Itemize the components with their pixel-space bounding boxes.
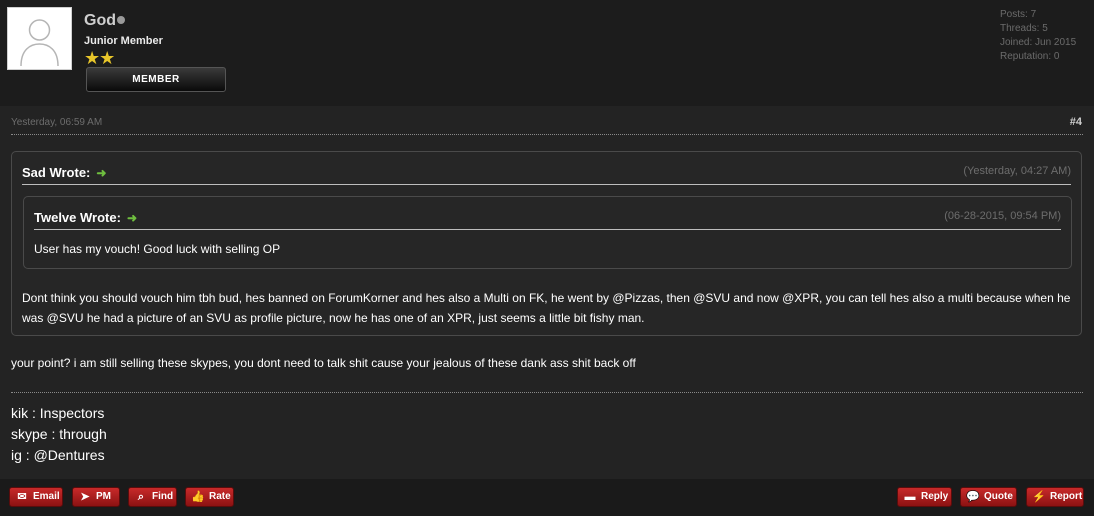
divider <box>11 134 1083 135</box>
inner-quote-author: Twelve Wrote: <box>34 210 121 225</box>
signature-line: ig : @Dentures <box>11 447 105 463</box>
view-quoted-post-arrow-icon[interactable]: ➜ <box>127 211 137 225</box>
email-button[interactable]: ✉ Email <box>9 487 63 507</box>
divider <box>34 229 1061 230</box>
post-message: your point? i am still selling these sky… <box>11 356 636 370</box>
user-title: Junior Member <box>84 35 163 47</box>
rate-button[interactable]: 👍 Rate <box>185 487 234 507</box>
post-date: Yesterday, 06:59 AM <box>11 117 103 128</box>
speech-bubble-icon: ▬ <box>904 491 916 503</box>
post-controls: ✉ Email ➤ PM ⌕ Find 👍 Rate ▬ Reply 💬 Quote ⚡ Re… <box>0 479 1094 516</box>
offline-status-icon <box>117 16 125 24</box>
outer-quote-header: Sad Wrote: ➜ <box>22 165 106 180</box>
stat-reputation: Reputation: 0 <box>1000 51 1060 62</box>
find-button[interactable]: ⌕ Find <box>128 487 177 507</box>
signature-line: skype : through <box>11 426 107 442</box>
pm-button[interactable]: ➤ PM <box>72 487 120 507</box>
report-flag-icon: ⚡ <box>1032 491 1046 503</box>
stat-joined: Joined: Jun 2015 <box>1000 37 1077 48</box>
post-author-block: God Junior Member ★★ MEMBER Posts: 7 Thr… <box>0 0 1094 106</box>
reply-button[interactable]: ▬ Reply <box>897 487 952 507</box>
envelope-icon: ✉ <box>17 491 27 503</box>
username-link[interactable]: God <box>84 12 116 30</box>
thumbs-up-icon: 👍 <box>191 491 205 503</box>
default-avatar-icon <box>8 8 71 69</box>
author-stats: Posts: 7 Threads: 5 Joined: Jun 2015 Rep… <box>1000 8 1076 64</box>
post-number-link[interactable]: #4 <box>1070 116 1082 128</box>
signature: kik : Inspectors skype : through ig : @D… <box>11 403 107 466</box>
stat-threads: Threads: 5 <box>1000 23 1048 34</box>
report-button[interactable]: ⚡ Report <box>1026 487 1084 507</box>
outer-quote-text: Dont think you should vouch him tbh bud,… <box>22 291 1071 325</box>
inner-quote-text: User has my vouch! Good luck with sellin… <box>34 242 281 256</box>
avatar[interactable] <box>7 7 72 70</box>
outer-quote: Sad Wrote: ➜ (Yesterday, 04:27 AM) Twelve… <box>11 151 1082 336</box>
stat-posts: Posts: 7 <box>1000 9 1037 20</box>
paper-plane-icon: ➤ <box>80 491 90 503</box>
inner-quote: Twelve Wrote: ➜ (06-28-2015, 09:54 PM) Us… <box>23 196 1072 269</box>
view-quoted-post-arrow-icon[interactable]: ➜ <box>96 166 106 180</box>
quote-bubble-icon: 💬 <box>966 491 980 503</box>
post-meta: Yesterday, 06:59 AM #4 <box>0 106 1094 136</box>
magnifier-icon: ⌕ <box>137 491 145 503</box>
signature-line: kik : Inspectors <box>11 405 105 421</box>
outer-quote-date: (Yesterday, 04:27 AM) <box>963 165 1071 177</box>
divider <box>22 184 1071 185</box>
quote-button[interactable]: 💬 Quote <box>960 487 1017 507</box>
outer-quote-author: Sad Wrote: <box>22 165 91 180</box>
member-group-badge: MEMBER <box>86 67 226 92</box>
inner-quote-header: Twelve Wrote: ➜ <box>34 210 137 225</box>
inner-quote-date: (06-28-2015, 09:54 PM) <box>944 210 1061 222</box>
rank-stars-icon: ★★ <box>84 48 115 68</box>
signature-divider <box>11 392 1083 393</box>
